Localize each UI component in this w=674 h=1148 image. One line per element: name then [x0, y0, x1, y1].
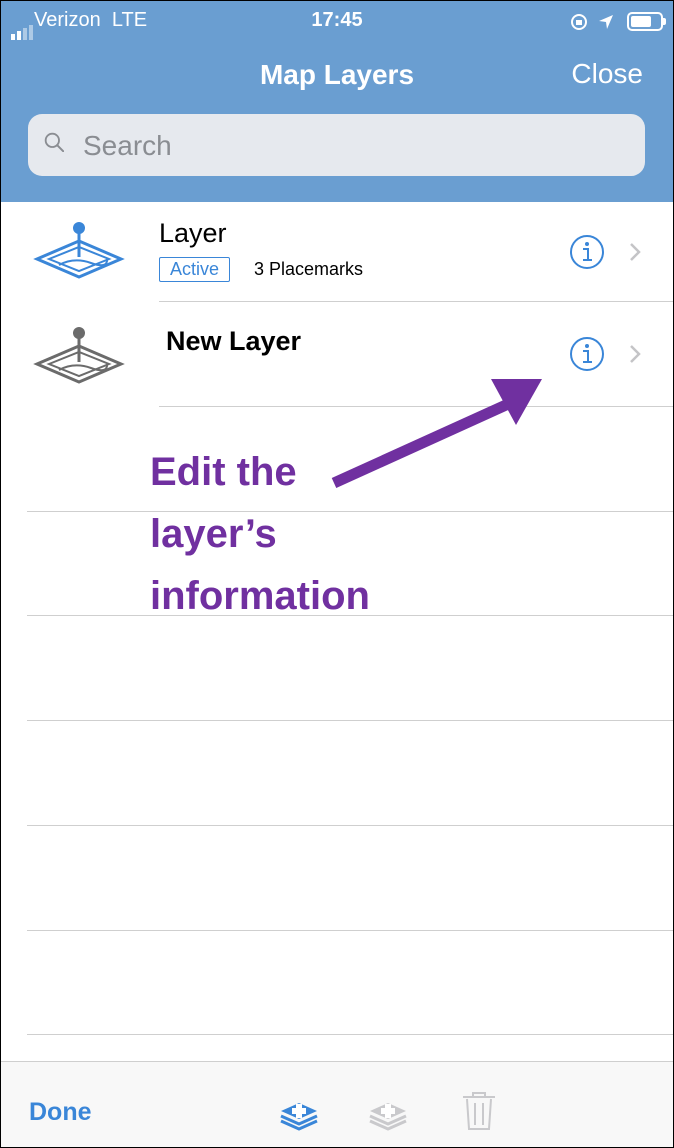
annotation-line: Edit the	[150, 450, 297, 494]
battery-icon	[627, 12, 666, 32]
status-badge: Active	[159, 257, 231, 282]
trash-icon[interactable]	[457, 1089, 501, 1133]
row-divider	[27, 720, 673, 721]
annotation-line: information	[150, 574, 370, 618]
chevron-right-icon	[630, 345, 641, 363]
app-screen: Verizon LTE 17:45 Map Layers Close Searc…	[0, 0, 674, 1148]
row-divider	[159, 406, 673, 407]
layer-title: Layer	[159, 218, 227, 248]
info-circle-icon[interactable]	[569, 336, 605, 372]
location-icon	[599, 14, 614, 29]
row-divider	[159, 301, 673, 302]
row-divider	[27, 1034, 673, 1035]
row-divider	[27, 825, 673, 826]
row-divider	[27, 930, 673, 931]
search-input[interactable]: Search	[28, 114, 645, 176]
map-layer-icon	[33, 327, 125, 384]
add-layer-icon[interactable]	[277, 1089, 321, 1133]
duplicate-layer-icon[interactable]	[366, 1089, 410, 1133]
list-item-new-layer[interactable]: New Layer	[1, 304, 673, 407]
search-placeholder: Search	[83, 130, 172, 161]
chevron-right-icon	[630, 243, 641, 261]
header: Verizon LTE 17:45 Map Layers Close Searc…	[1, 1, 673, 202]
bottom-toolbar: Done	[1, 1061, 673, 1147]
layer-subtitle: 3 Placemarks	[254, 259, 364, 279]
annotation-line: layer’s	[150, 512, 277, 556]
list-item-layer[interactable]: Layer Active 3 Placemarks	[1, 202, 673, 305]
rotation-lock-icon	[570, 13, 587, 30]
done-button[interactable]: Done	[29, 1098, 92, 1127]
map-layer-icon	[33, 222, 125, 279]
info-circle-icon[interactable]	[569, 234, 605, 270]
annotation-callout: Edit the layer’s information	[150, 441, 450, 627]
search-icon	[44, 132, 64, 152]
layer-title: New Layer	[166, 326, 302, 356]
status-bar: Verizon LTE 17:45	[1, 7, 673, 40]
close-button[interactable]: Close	[571, 58, 643, 90]
